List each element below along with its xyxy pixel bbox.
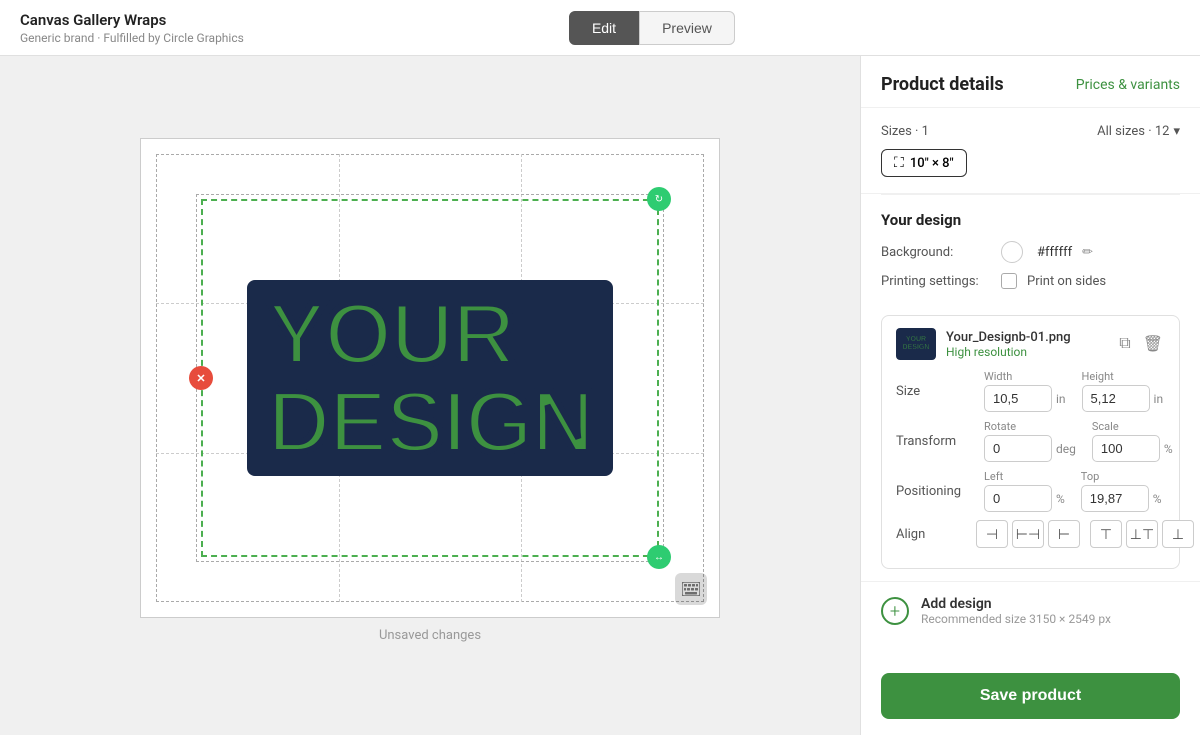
left-header: Left	[984, 470, 1065, 483]
resize-handle-br[interactable]: ↔	[647, 545, 671, 569]
design-text-design: DESIGN	[267, 378, 592, 466]
align-center-h-btn[interactable]: ⊢⊣	[1012, 520, 1044, 548]
selected-size: 10" × 8"	[910, 156, 954, 171]
edit-tab[interactable]: Edit	[569, 11, 639, 45]
header-brand: Canvas Gallery Wraps Generic brand · Ful…	[20, 11, 244, 45]
save-product-button[interactable]: Save product	[881, 673, 1180, 719]
left-input-group: %	[984, 485, 1065, 512]
scale-unit: %	[1164, 442, 1173, 456]
size-icon: ⛶	[894, 155, 904, 171]
print-sides-checkbox[interactable]	[1001, 273, 1017, 289]
printing-label: Printing settings:	[881, 274, 991, 289]
size-prop-label: Size	[896, 384, 976, 399]
transform-prop-row: Transform Rotate deg Scale %	[896, 420, 1165, 462]
design-area[interactable]: ✕ ↻ ↔ YOUR DESIGN	[201, 199, 659, 557]
sizes-section: Sizes · 1 All sizes · 12 ▾ ⛶ 10" × 8"	[861, 108, 1200, 194]
prices-link[interactable]: Prices & variants	[1076, 77, 1180, 93]
rotate-header: Rotate	[984, 420, 1076, 433]
width-input-group: in	[984, 385, 1066, 412]
design-file-card: YOURDESIGN Your_Designb-01.png High reso…	[881, 315, 1180, 569]
size-prop-row: Size Width in Height in	[896, 370, 1165, 412]
width-unit: in	[1056, 392, 1066, 406]
save-section: Save product	[861, 657, 1200, 735]
design-text-your: YOUR	[267, 290, 592, 378]
top-header: Top	[1081, 470, 1162, 483]
unsaved-bar: Unsaved changes	[369, 618, 491, 653]
delete-file-button[interactable]: 🗑	[1141, 332, 1165, 356]
rotate-input[interactable]	[984, 435, 1052, 462]
add-design-label: Add design	[921, 596, 1111, 612]
align-top-btn[interactable]: ⊤	[1090, 520, 1122, 548]
align-buttons: ⊣ ⊢⊣ ⊢ ⊤ ⊥⊤ ⊥	[976, 520, 1194, 548]
keyboard-icon[interactable]	[675, 573, 707, 605]
brand-subtitle: Generic brand · Fulfilled by Circle Grap…	[20, 31, 244, 45]
add-design-button[interactable]: + Add design Recommended size 3150 × 254…	[861, 581, 1200, 640]
remove-handle[interactable]: ✕	[189, 366, 213, 390]
print-sides-label: Print on sides	[1027, 274, 1106, 289]
left-unit: %	[1056, 492, 1065, 506]
your-design-title: Your design	[881, 211, 1180, 229]
positioning-prop-label: Positioning	[896, 484, 976, 499]
add-design-sublabel: Recommended size 3150 × 2549 px	[921, 612, 1111, 626]
left-input[interactable]	[984, 485, 1052, 512]
file-name: Your_Designb-01.png	[946, 330, 1107, 345]
canvas-area: ✕ ↻ ↔ YOUR DESIGN	[0, 56, 860, 735]
align-label: Align	[896, 527, 976, 542]
bg-color-preview[interactable]	[1001, 241, 1023, 263]
resize-handle-tr[interactable]: ↻	[647, 187, 671, 211]
sizes-row: Sizes · 1 All sizes · 12 ▾	[881, 124, 1180, 139]
file-actions: ⧉ 🗑	[1117, 332, 1165, 356]
width-input[interactable]	[984, 385, 1052, 412]
edit-color-icon[interactable]: ✏	[1082, 245, 1093, 260]
background-label: Background:	[881, 245, 991, 260]
top-input-group: %	[1081, 485, 1162, 512]
file-resolution: High resolution	[946, 345, 1107, 359]
height-input[interactable]	[1082, 385, 1150, 412]
top-input[interactable]	[1081, 485, 1149, 512]
align-left-btn[interactable]: ⊣	[976, 520, 1008, 548]
height-header: Height	[1082, 370, 1164, 383]
file-header: YOURDESIGN Your_Designb-01.png High reso…	[896, 328, 1165, 360]
file-info: Your_Designb-01.png High resolution	[946, 330, 1107, 359]
edit-preview-tabs: Edit Preview	[569, 11, 735, 45]
design-graphic-bg: YOUR DESIGN	[247, 280, 612, 476]
align-row: Align ⊣ ⊢⊣ ⊢ ⊤ ⊥⊤ ⊥	[896, 520, 1165, 548]
copy-file-button[interactable]: ⧉	[1117, 332, 1132, 356]
header: Canvas Gallery Wraps Generic brand · Ful…	[0, 0, 1200, 56]
positioning-prop-row: Positioning Left % Top %	[896, 470, 1165, 512]
sizes-label: Sizes · 1	[881, 124, 929, 139]
preview-tab[interactable]: Preview	[639, 11, 735, 45]
file-thumbnail: YOURDESIGN	[896, 328, 936, 360]
rotate-input-group: deg	[984, 435, 1076, 462]
align-bottom-btn[interactable]: ⊥	[1162, 520, 1194, 548]
scale-input[interactable]	[1092, 435, 1160, 462]
all-sizes[interactable]: All sizes · 12 ▾	[1097, 124, 1180, 139]
canvas-wrapper: ✕ ↻ ↔ YOUR DESIGN	[140, 138, 720, 618]
panel-title: Product details	[881, 74, 1004, 95]
app-title: Canvas Gallery Wraps	[20, 11, 244, 29]
scale-header: Scale	[1092, 420, 1173, 433]
rotate-unit: deg	[1056, 442, 1076, 456]
size-chip[interactable]: ⛶ 10" × 8"	[881, 149, 967, 177]
main-layout: ✕ ↻ ↔ YOUR DESIGN	[0, 56, 1200, 735]
align-middle-v-btn[interactable]: ⊥⊤	[1126, 520, 1158, 548]
align-right-btn[interactable]: ⊢	[1048, 520, 1080, 548]
panel-header: Product details Prices & variants	[861, 56, 1200, 108]
bg-color-value: #ffffff	[1037, 245, 1072, 260]
thumbnail-graphic: YOURDESIGN	[903, 336, 930, 351]
transform-prop-label: Transform	[896, 434, 976, 449]
add-design-text: Add design Recommended size 3150 × 2549 …	[921, 596, 1111, 626]
your-design-section: Your design Background: #ffffff ✏ Printi…	[861, 195, 1200, 315]
height-input-group: in	[1082, 385, 1164, 412]
height-unit: in	[1154, 392, 1164, 406]
width-header: Width	[984, 370, 1066, 383]
scale-input-group: %	[1092, 435, 1173, 462]
top-unit: %	[1153, 492, 1162, 506]
right-panel: Product details Prices & variants Sizes …	[860, 56, 1200, 735]
printing-row: Printing settings: Print on sides	[881, 273, 1180, 289]
add-plus-icon: +	[881, 597, 909, 625]
unsaved-label: Unsaved changes	[379, 628, 481, 643]
background-row: Background: #ffffff ✏	[881, 241, 1180, 263]
